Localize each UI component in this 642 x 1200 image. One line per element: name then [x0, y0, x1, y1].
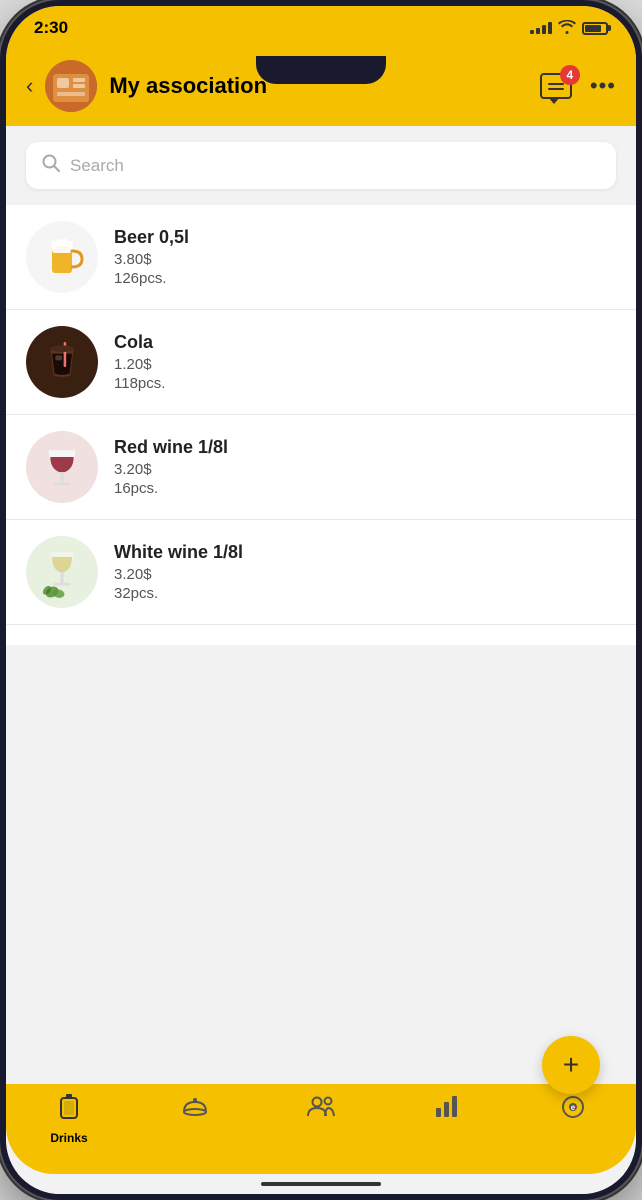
- search-box[interactable]: Search: [26, 142, 616, 189]
- add-item-button[interactable]: +: [542, 1036, 600, 1094]
- list-item[interactable]: White wine 1/8l 3.20$ 32pcs.: [6, 520, 636, 625]
- screen: 2:30: [6, 6, 636, 1194]
- phone-frame: 2:30: [0, 0, 642, 1200]
- wifi-icon: [558, 20, 576, 37]
- item-price: 3.20$: [114, 566, 616, 583]
- item-info-whitewine: White wine 1/8l 3.20$ 32pcs.: [114, 542, 616, 602]
- item-qty: 126pcs.: [114, 270, 616, 287]
- item-name: Red wine 1/8l: [114, 437, 616, 458]
- notch: [256, 56, 386, 84]
- item-qty: 118pcs.: [114, 375, 616, 392]
- nav-item-stats[interactable]: [384, 1094, 510, 1127]
- stats-icon: [434, 1094, 460, 1123]
- bottom-nav: Drinks: [6, 1084, 636, 1174]
- more-button[interactable]: •••: [590, 73, 616, 99]
- avatar: [45, 60, 97, 112]
- status-bar: 2:30: [6, 6, 636, 50]
- nav-item-drinks[interactable]: Drinks: [6, 1094, 132, 1145]
- drinks-icon: [57, 1094, 81, 1127]
- item-price: 3.80$: [114, 251, 616, 268]
- item-price: 1.20$: [114, 356, 616, 373]
- item-qty: 32pcs.: [114, 585, 616, 602]
- search-placeholder: Search: [70, 156, 124, 176]
- status-icons: [530, 20, 608, 37]
- item-price: 3.20$: [114, 461, 616, 478]
- item-image-beer: [26, 221, 98, 293]
- nav-label-drinks: Drinks: [50, 1131, 87, 1145]
- content-spacer: [6, 645, 636, 1085]
- item-image-whitewine: [26, 536, 98, 608]
- back-button[interactable]: ‹: [26, 73, 33, 99]
- home-indicator: [6, 1174, 636, 1194]
- nav-item-settings[interactable]: e: [510, 1094, 636, 1129]
- item-list: Beer 0,5l 3.80$ 126pcs.: [6, 205, 636, 645]
- item-qty: 16pcs.: [114, 480, 616, 497]
- page-title: My association: [109, 73, 267, 99]
- notification-badge: 4: [560, 65, 580, 85]
- item-image-redwine: [26, 431, 98, 503]
- header-right: 4 •••: [540, 73, 616, 99]
- nav-item-food[interactable]: [132, 1094, 258, 1129]
- item-info-redwine: Red wine 1/8l 3.20$ 16pcs.: [114, 437, 616, 497]
- header-left: ‹ My association: [26, 60, 267, 112]
- signal-icon: [530, 22, 552, 34]
- list-item[interactable]: Red wine 1/8l 3.20$ 16pcs.: [6, 415, 636, 520]
- members-icon: [307, 1094, 335, 1123]
- food-icon: [182, 1094, 208, 1125]
- battery-icon: [582, 22, 608, 35]
- status-time: 2:30: [34, 18, 68, 38]
- search-icon: [42, 154, 60, 177]
- settings-icon: e: [560, 1094, 586, 1125]
- item-info-beer: Beer 0,5l 3.80$ 126pcs.: [114, 227, 616, 287]
- main-content: Search: [6, 126, 636, 1084]
- item-name: White wine 1/8l: [114, 542, 616, 563]
- list-item[interactable]: Beer 0,5l 3.80$ 126pcs.: [6, 205, 636, 310]
- search-container: Search: [6, 126, 636, 205]
- item-info-cola: Cola 1.20$ 118pcs.: [114, 332, 616, 392]
- list-item[interactable]: Cola 1.20$ 118pcs.: [6, 310, 636, 415]
- nav-item-members[interactable]: [258, 1094, 384, 1127]
- item-name: Beer 0,5l: [114, 227, 616, 248]
- item-image-cola: [26, 326, 98, 398]
- svg-text:e: e: [571, 1103, 576, 1112]
- item-name: Cola: [114, 332, 616, 353]
- chat-button[interactable]: 4: [540, 73, 572, 99]
